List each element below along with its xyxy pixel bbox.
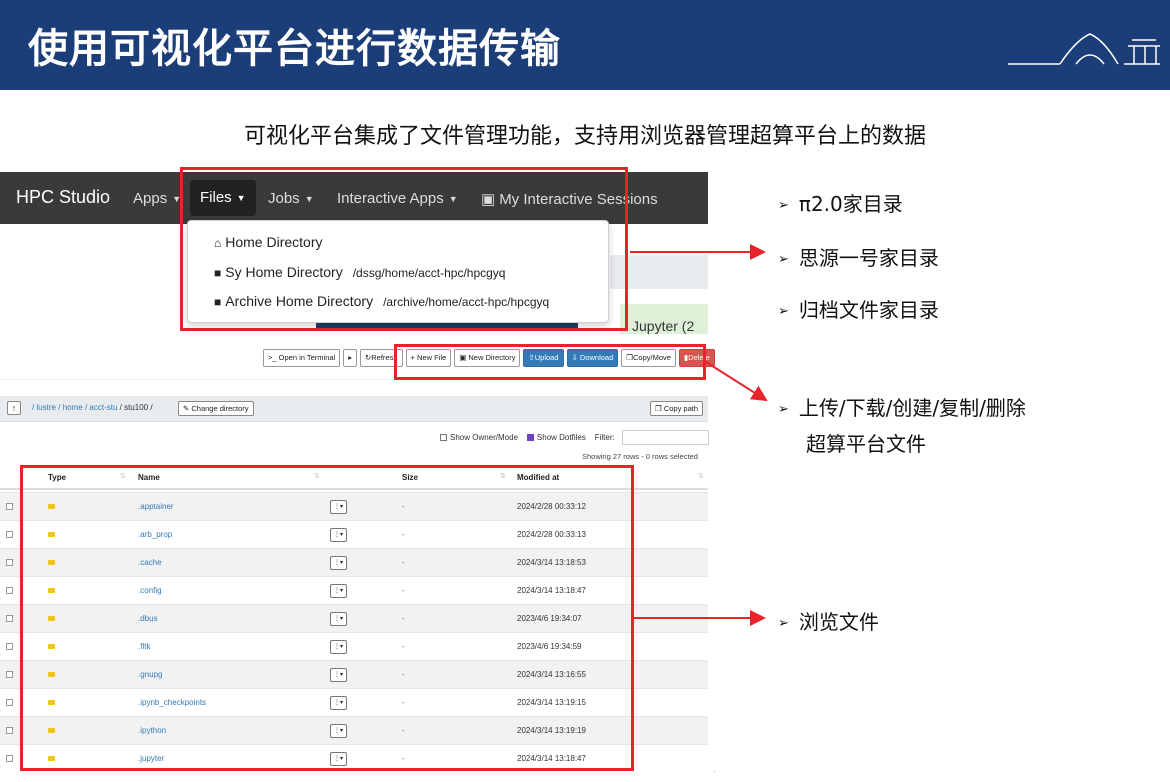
folder-icon: ■ [214,295,222,309]
bullet-siyuan-home: ➢ 思源一号家目录 [778,242,939,271]
menu-item-label: Archive Home Directory [225,293,374,309]
menu-item-label: Sy Home Directory [225,264,343,280]
connector-arrows [630,244,768,626]
bullet-text: 归档文件家目录 [798,298,939,322]
home-icon: ⌂ [214,236,222,250]
arrow-bullet-icon: ➢ [778,252,789,267]
slide: 使用可视化平台进行数据传输 可视化平台集成了文件管理功能，支持用浏览器管理超算平… [0,0,1170,782]
menu-item-archive-home-directory[interactable]: ■ Archive Home Directory/archive/home/acc… [214,293,549,309]
bullet-file-ops: ➢ 上传/下载/创建/复制/删除 [778,392,1026,421]
bullet-text: 思源一号家目录 [798,246,939,270]
menu-item-path: /archive/home/acct-hpc/hpcgyq [383,295,550,309]
arrow-bullet-icon: ➢ [778,198,789,213]
bullet-browse: ➢ 浏览文件 [778,606,879,635]
menu-item-sy-home-directory[interactable]: ■ Sy Home Directory/dssg/home/acct-hpc/hp… [214,264,505,280]
arrow-bullet-icon: ➢ [778,402,789,417]
bullet-archive-home: ➢ 归档文件家目录 [778,294,939,323]
arrow-bullet-icon: ➢ [778,304,789,319]
arrow-bullet-icon: ➢ [778,616,789,631]
menu-item-path: /dssg/home/acct-hpc/hpcgyq [352,266,506,280]
menu-item-home-directory[interactable]: ⌂ Home Directory [214,234,323,250]
bullet-text: π2.0家目录 [798,192,903,216]
files-dropdown-menu: ⌂ Home Directory ■ Sy Home Directory/dssg/… [187,220,609,323]
bullet-text: 浏览文件 [798,610,879,634]
bullet-file-ops-line2: 超算平台文件 [806,432,926,456]
menu-item-label: Home Directory [225,234,323,250]
bullet-text: 上传/下载/创建/复制/删除 [798,396,1026,420]
bullet-pi-home: ➢ π2.0家目录 [778,188,903,217]
folder-icon: ■ [214,266,222,280]
